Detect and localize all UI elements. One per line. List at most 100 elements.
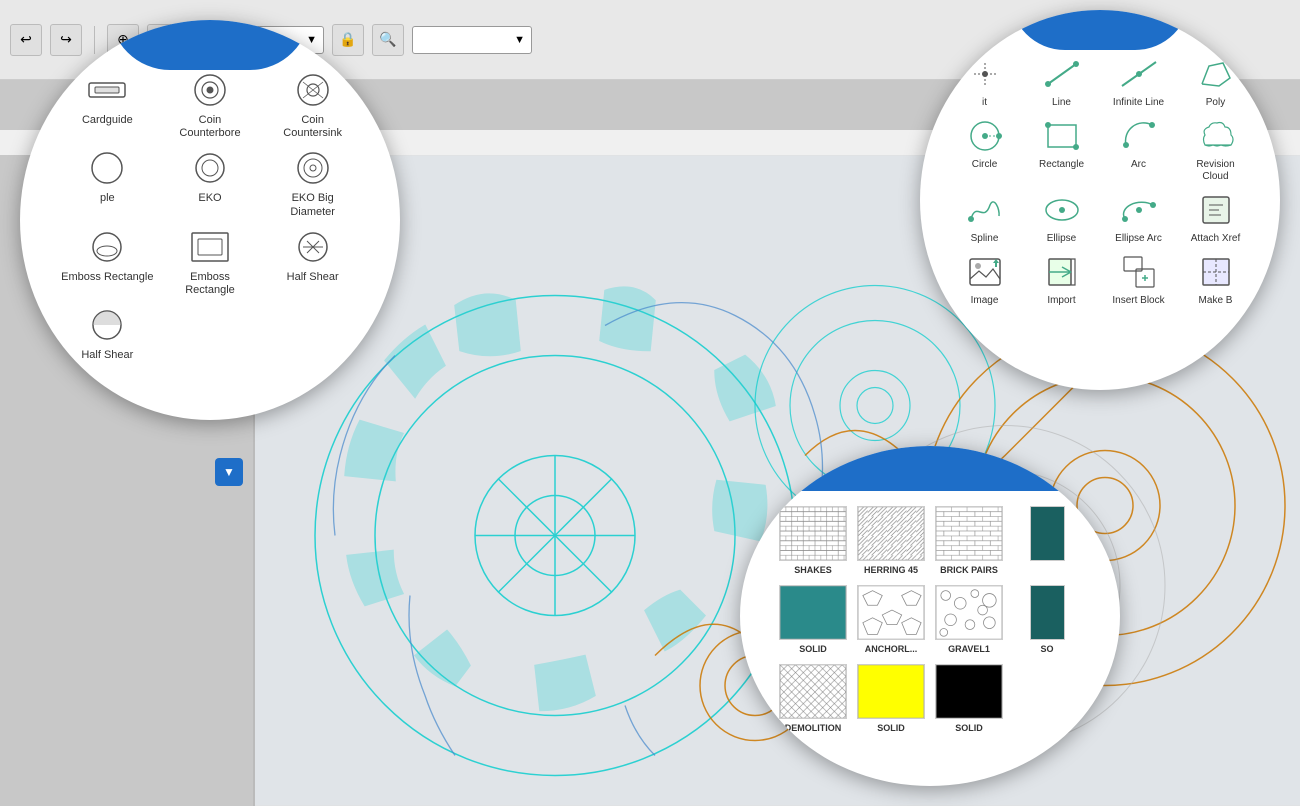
lock-button[interactable]: 🔒 [332, 24, 364, 56]
draw-arc[interactable]: Arc [1104, 117, 1173, 183]
line-label: Line [1052, 97, 1071, 109]
right-draw-popup: it Line I [920, 10, 1280, 390]
circle-draw-icon [963, 117, 1007, 155]
image-icon [963, 253, 1007, 291]
layer-dropdown-arrow: ▼ [306, 34, 317, 46]
zoom-button[interactable]: 🔍 [372, 24, 404, 56]
coin-counterbore-label: CoinCounterbore [179, 114, 240, 140]
emboss-label: Emboss Rectangle [61, 271, 153, 284]
eko-big-icon [289, 148, 337, 188]
hatch-herring45[interactable]: HERRING 45 [857, 506, 925, 575]
hatch-shakes[interactable]: SHAKES [779, 506, 847, 575]
zoom-dropdown-arrow: ▼ [514, 34, 525, 46]
hatch-shakes-label: SHAKES [794, 565, 832, 575]
ple-icon [83, 148, 131, 188]
hatch-demolition-label: DEMOLITION [785, 723, 842, 733]
cardguide-label: Cardguide [82, 114, 133, 127]
hatch-gravel1[interactable]: GRAVEL1 [935, 585, 1003, 654]
draw-infinite-line[interactable]: Infinite Line [1104, 55, 1173, 109]
redo-button[interactable]: ↪ [50, 24, 82, 56]
tool-cardguide[interactable]: Cardguide [60, 70, 155, 140]
right-draw-grid: it Line I [935, 25, 1265, 375]
emboss-rect-icon [186, 227, 234, 267]
tool-half-shear[interactable]: Half Shear [60, 305, 155, 362]
half-shear-label: Half Shear [81, 349, 133, 362]
extrusion-icon [289, 227, 337, 267]
draw-ellipse[interactable]: Ellipse [1027, 191, 1096, 245]
draw-attach-xref[interactable]: Attach Xref [1181, 191, 1250, 245]
emboss-rect-label: EmbossRectangle [185, 271, 235, 297]
draw-circle[interactable]: Circle [950, 117, 1019, 183]
hatch-solid-teal-label: SOLID [799, 644, 827, 654]
coin-countersink-icon [289, 70, 337, 110]
poly-label: Poly [1206, 97, 1225, 109]
spline-icon [963, 191, 1007, 229]
coin-countersink-label: CoinCountersink [283, 114, 342, 140]
hatch-gravel1-label: GRAVEL1 [948, 644, 990, 654]
tool-coin-countersink[interactable]: CoinCountersink [265, 70, 360, 140]
hatch-solid-yellow-label: SOLID [877, 723, 905, 733]
hatch-anchorl-label: ANCHORL... [865, 644, 918, 654]
tool-emboss-rect[interactable]: EmbossRectangle [163, 227, 258, 297]
hatch-partial-preview [1030, 506, 1065, 561]
image-label: Image [971, 295, 999, 307]
arc-draw-icon [1117, 117, 1161, 155]
toolbar-separator-1 [94, 26, 95, 54]
hatch-solid-partial2[interactable]: SO [1013, 585, 1081, 654]
extrusion-label: Half Shear [287, 271, 339, 284]
line-icon [1040, 55, 1084, 93]
tool-extrusion[interactable]: Half Shear [265, 227, 360, 297]
hatch-solid-teal-preview [779, 585, 847, 640]
cad-canvas: ↩ ↪ ⊕ ≡ ▼ 🔒 🔍 ▼ ▼ [0, 0, 1300, 806]
draw-image[interactable]: Image [950, 253, 1019, 307]
hatch-demolition-preview [779, 664, 847, 719]
draw-line[interactable]: Line [1027, 55, 1096, 109]
ellipse-arc-label: Ellipse Arc [1115, 233, 1162, 245]
undo-button[interactable]: ↩ [10, 24, 42, 56]
tool-coin-counterbore[interactable]: CoinCounterbore [163, 70, 258, 140]
import-label: Import [1047, 295, 1075, 307]
hatch-demolition[interactable]: DEMOLITION [779, 664, 847, 733]
ellipse-arc-icon [1117, 191, 1161, 229]
hatch-solid-teal[interactable]: SOLID [779, 585, 847, 654]
half-shear-icon [83, 305, 131, 345]
hatch-solid-black-preview [935, 664, 1003, 719]
ple-label: ple [100, 192, 115, 205]
arc-label: Arc [1131, 159, 1146, 171]
tool-ple[interactable]: ple [60, 148, 155, 218]
cardguide-icon [83, 70, 131, 110]
hatch-anchorl-preview [857, 585, 925, 640]
rectangle-draw-icon [1040, 117, 1084, 155]
draw-insert-block[interactable]: Insert Block [1104, 253, 1173, 307]
draw-spline[interactable]: Spline [950, 191, 1019, 245]
hatch-anchorl[interactable]: ANCHORL... [857, 585, 925, 654]
infinite-line-label: Infinite Line [1113, 97, 1164, 109]
revision-cloud-label: RevisionCloud [1196, 159, 1234, 183]
hatch-grid: SHAKES HERRING 45 [764, 491, 1096, 748]
hatch-brick-pairs[interactable]: BRICK PAIRS [935, 506, 1003, 575]
hatch-solid-yellow[interactable]: SOLID [857, 664, 925, 733]
left-tools-grid: Cardguide CoinCounterbore [40, 40, 380, 400]
draw-ellipse-arc[interactable]: Ellipse Arc [1104, 191, 1173, 245]
attach-xref-label: Attach Xref [1191, 233, 1240, 245]
hatch-popup: ettes [740, 446, 1120, 786]
insert-block-icon [1117, 253, 1161, 291]
draw-rectangle[interactable]: Rectangle [1027, 117, 1096, 183]
circle-label: Circle [972, 159, 998, 171]
hatch-partial[interactable] [1013, 506, 1081, 575]
tool-emboss[interactable]: Emboss Rectangle [60, 227, 155, 297]
eko-icon [186, 148, 234, 188]
ellipse-icon [1040, 191, 1084, 229]
hatch-solid-black[interactable]: SOLID [935, 664, 1003, 733]
ellipse-label: Ellipse [1047, 233, 1076, 245]
left-tools-popup: Cardguide CoinCounterbore [20, 20, 400, 420]
draw-import[interactable]: Import [1027, 253, 1096, 307]
tool-eko-big[interactable]: EKO BigDiameter [265, 148, 360, 218]
draw-make-block[interactable]: Make B [1181, 253, 1250, 307]
attach-xref-icon [1194, 191, 1238, 229]
hatch-brick-pairs-label: BRICK PAIRS [940, 565, 998, 575]
sidebar-collapse-button[interactable]: ▼ [215, 458, 243, 486]
zoom-dropdown[interactable]: ▼ [412, 26, 532, 54]
draw-revision-cloud[interactable]: RevisionCloud [1181, 117, 1250, 183]
tool-eko[interactable]: EKO [163, 148, 258, 218]
